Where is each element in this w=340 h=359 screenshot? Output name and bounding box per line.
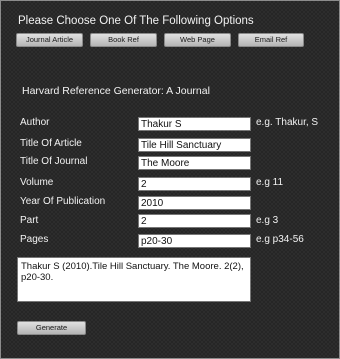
journal-title-label: Title Of Journal (20, 156, 88, 167)
reference-type-tabs: Journal Article Book Ref Web Page Email … (16, 33, 304, 47)
reference-generator-window: Please Choose One Of The Following Optio… (0, 0, 340, 359)
email-ref-button[interactable]: Email Ref (238, 33, 304, 47)
choose-option-prompt: Please Choose One Of The Following Optio… (18, 15, 254, 27)
volume-input[interactable] (138, 177, 251, 191)
year-input[interactable] (138, 196, 251, 210)
journal-title-input[interactable] (138, 156, 251, 170)
author-hint: e.g. Thakur, S (256, 117, 319, 128)
volume-hint: e.g 11 (256, 177, 284, 188)
book-ref-button[interactable]: Book Ref (90, 33, 157, 47)
part-label: Part (20, 215, 39, 226)
part-input[interactable] (138, 214, 251, 228)
author-input[interactable] (138, 117, 251, 131)
form-heading: Harvard Reference Generator: A Journal (22, 85, 210, 97)
article-title-input[interactable] (138, 138, 251, 152)
article-title-label: Title Of Article (20, 138, 82, 149)
part-hint: e.g 3 (256, 215, 279, 226)
web-page-button[interactable]: Web Page (164, 33, 231, 47)
year-label: Year Of Publication (20, 196, 106, 207)
author-label: Author (20, 117, 50, 128)
volume-label: Volume (20, 177, 54, 188)
journal-article-button[interactable]: Journal Article (16, 33, 83, 47)
generated-reference-output[interactable]: Thakur S (2010).Tile Hill Sanctuary. The… (17, 257, 251, 302)
pages-hint: e.g p34-56 (256, 234, 304, 245)
pages-label: Pages (20, 234, 49, 245)
generate-button[interactable]: Generate (17, 321, 86, 335)
pages-input[interactable] (138, 234, 251, 248)
